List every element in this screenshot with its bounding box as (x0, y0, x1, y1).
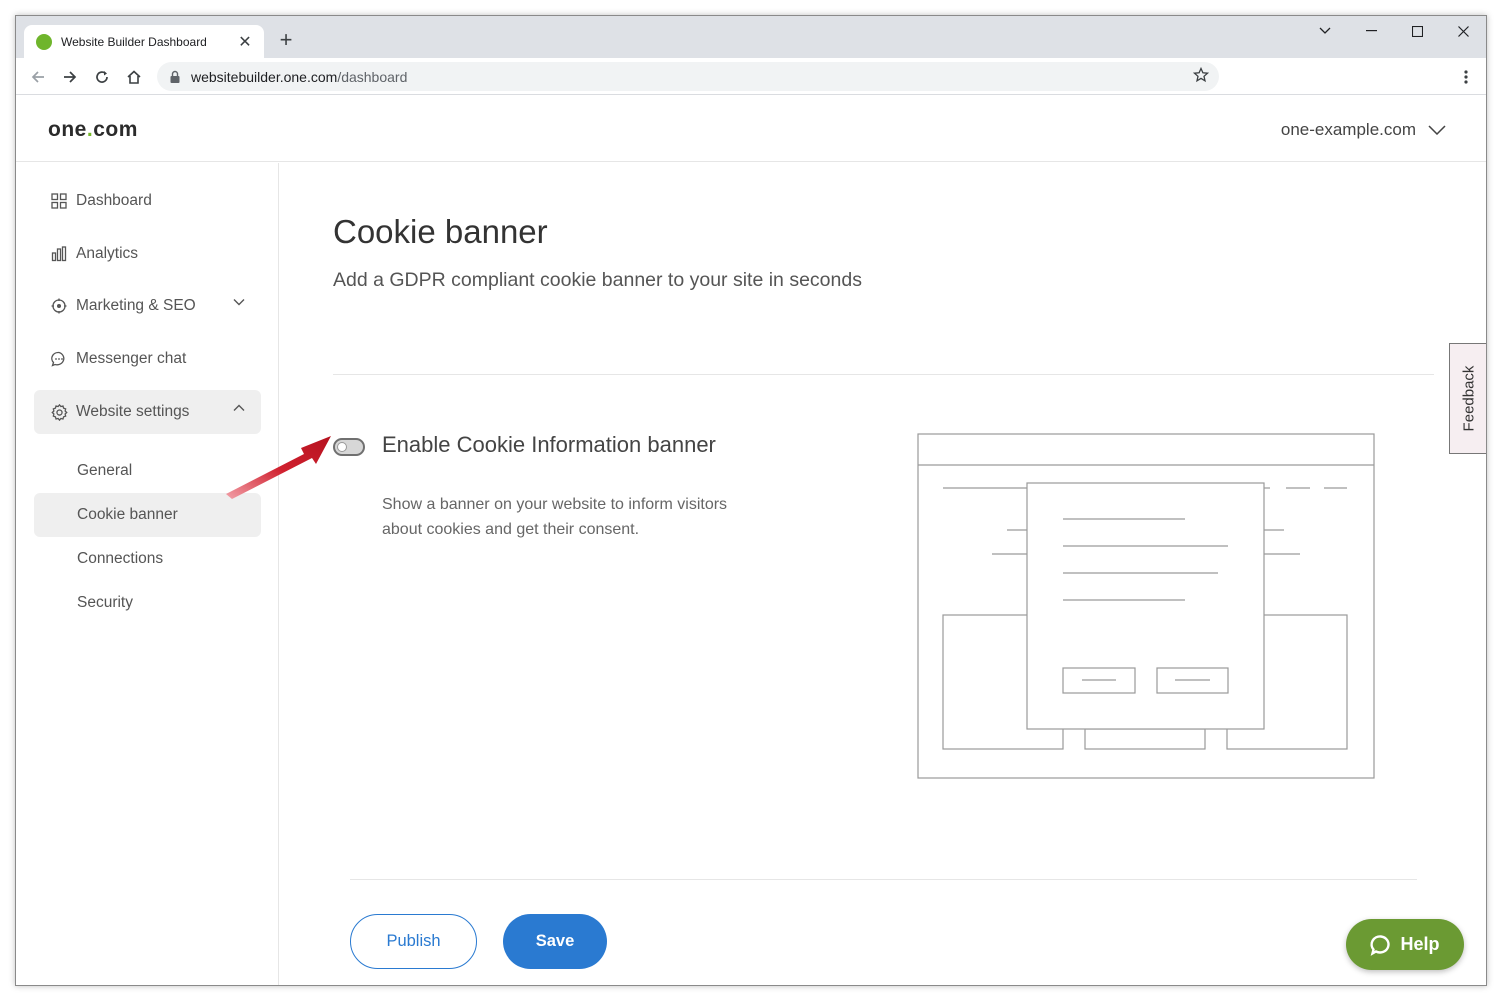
app-header: one.com one-example.com (16, 96, 1486, 162)
publish-button[interactable]: Publish (350, 914, 477, 969)
home-button[interactable] (120, 63, 148, 91)
bar-chart-icon (50, 245, 68, 263)
sidebar-item-label: Marketing & SEO (76, 297, 196, 314)
grid-icon (50, 192, 68, 210)
bookmark-star-icon[interactable] (1192, 66, 1210, 88)
tab-strip: Website Builder Dashboard ✕ + (16, 16, 1486, 58)
cookie-banner-toggle[interactable] (333, 438, 365, 456)
arrow-left-icon (31, 71, 44, 83)
chevron-down-icon (233, 299, 245, 306)
main-content: Cookie banner Add a GDPR compliant cooki… (280, 163, 1486, 985)
sidebar-item-messenger-chat[interactable]: Messenger chat (34, 337, 261, 381)
tab-search-icon[interactable] (1302, 16, 1348, 46)
feedback-label: Feedback (1460, 365, 1477, 432)
tab-title: Website Builder Dashboard (61, 34, 207, 49)
chevron-down-icon (1428, 125, 1446, 135)
home-icon (127, 70, 141, 84)
help-label: Help (1400, 934, 1440, 954)
help-button[interactable]: Help (1346, 919, 1464, 970)
divider (350, 879, 1417, 880)
sidebar-subitem-cookie-banner[interactable]: Cookie banner (34, 493, 261, 537)
forward-button[interactable] (56, 63, 84, 91)
setting-title: Enable Cookie Information banner (382, 432, 716, 457)
sidebar-item-marketing-seo[interactable]: Marketing & SEO (34, 284, 261, 328)
one-com-logo[interactable]: one.com (48, 118, 138, 142)
sidebar-item-label: Website settings (76, 403, 190, 420)
arrow-right-icon (64, 71, 77, 83)
chat-bubble-icon (1370, 934, 1391, 956)
target-icon (50, 297, 68, 315)
reload-button[interactable] (88, 63, 116, 91)
browser-window: Website Builder Dashboard ✕ + websitebui… (15, 15, 1487, 986)
minimize-button[interactable] (1348, 16, 1394, 46)
url-text: websitebuilder.one.com/dashboard (191, 68, 408, 85)
setting-description: Show a banner on your website to inform … (382, 496, 728, 538)
sidebar-item-label: Messenger chat (76, 350, 187, 367)
page-title: Cookie banner (333, 213, 548, 250)
close-window-button[interactable] (1440, 16, 1486, 46)
page-subtitle: Add a GDPR compliant cookie banner to yo… (333, 269, 862, 291)
close-tab-icon[interactable]: ✕ (236, 32, 254, 52)
sidebar-item-dashboard[interactable]: Dashboard (34, 179, 261, 223)
sidebar-item-website-settings[interactable]: Website settings (34, 390, 261, 434)
maximize-button[interactable] (1394, 16, 1440, 46)
feedback-tab[interactable]: Feedback (1449, 343, 1486, 454)
reload-icon (96, 71, 108, 83)
chevron-up-icon (233, 404, 245, 411)
browser-menu-icon[interactable] (1454, 63, 1478, 91)
sidebar: Dashboard Analytics Marketing & SEO Mess… (16, 163, 279, 985)
favicon-icon (36, 33, 52, 50)
sidebar-subitem-general[interactable]: General (34, 449, 261, 493)
sidebar-subitem-connections[interactable]: Connections (34, 537, 261, 581)
sidebar-item-label: Dashboard (76, 192, 152, 209)
domain-selector[interactable]: one-example.com (1281, 120, 1446, 140)
browser-tab[interactable]: Website Builder Dashboard ✕ (24, 25, 264, 58)
save-button[interactable]: Save (503, 914, 607, 969)
sidebar-subitem-security[interactable]: Security (34, 581, 261, 625)
lock-icon (170, 70, 180, 83)
gear-icon (50, 403, 68, 421)
divider (333, 374, 1434, 375)
address-bar[interactable]: websitebuilder.one.com/dashboard (157, 62, 1219, 91)
new-tab-button[interactable]: + (274, 28, 298, 52)
toggle-knob (337, 442, 347, 452)
sidebar-item-analytics[interactable]: Analytics (34, 232, 261, 276)
back-button[interactable] (24, 63, 52, 91)
cookie-banner-illustration (917, 433, 1375, 779)
chat-bubble-icon (50, 350, 68, 368)
sidebar-item-label: Analytics (76, 245, 139, 262)
browser-toolbar: websitebuilder.one.com/dashboard (16, 58, 1486, 95)
domain-label: one-example.com (1280, 120, 1416, 139)
